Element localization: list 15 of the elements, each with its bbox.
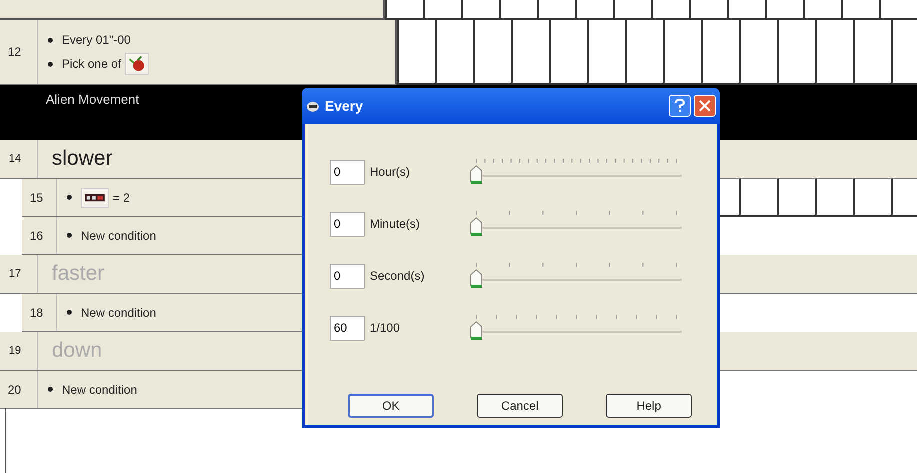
row-number: 18	[22, 294, 57, 331]
row-number: 14	[0, 140, 38, 178]
field-label: Second(s)	[370, 268, 426, 285]
row-number: 12	[0, 20, 38, 84]
row-number: 19	[0, 332, 38, 370]
row-number: 16	[22, 217, 57, 254]
group-title: Alien Movement	[45, 91, 140, 109]
comment-text: slower	[51, 146, 113, 172]
row-number: 15	[22, 179, 57, 216]
field-label: Hour(s)	[370, 164, 412, 181]
row-number: 20	[0, 371, 38, 408]
row-number: 17	[0, 255, 38, 293]
dialog-title: Every	[325, 96, 364, 116]
comment-text: down	[51, 338, 102, 364]
comment-text: faster	[51, 261, 105, 288]
